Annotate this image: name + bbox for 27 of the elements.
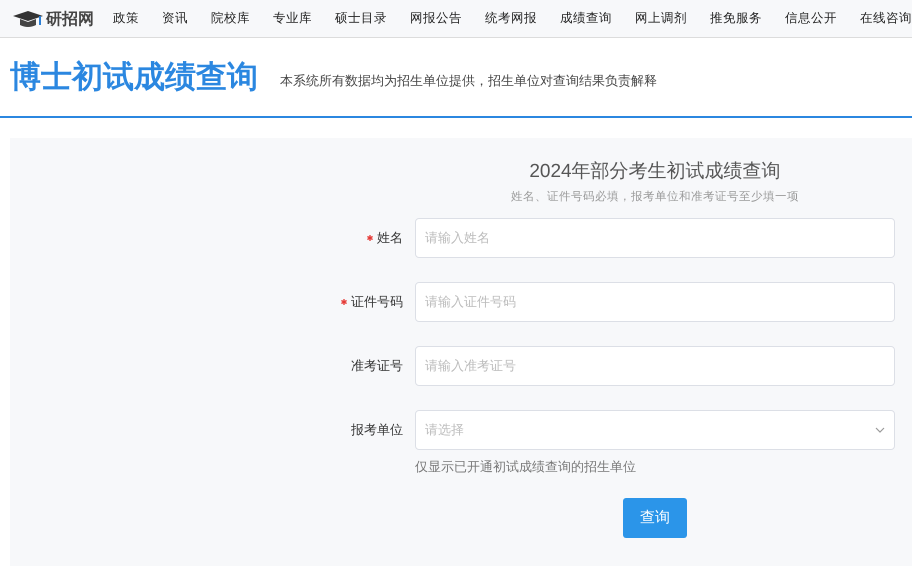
input-field[interactable]: 请输入准考证号 <box>415 346 895 386</box>
nav-link[interactable]: 统考网报 <box>485 9 537 28</box>
field-label: 报考单位 <box>351 421 403 439</box>
disclaimer: 本系统所有数据均为招生单位提供，招生单位对查询结果负责解释 <box>280 72 657 90</box>
form-subtitle: 姓名、证件号码必填，报考单位和准考证号至少填一项 <box>511 190 799 204</box>
nav-link[interactable]: 政策 <box>113 9 139 28</box>
chevron-down-icon <box>875 426 885 433</box>
nav-link[interactable]: 硕士目录 <box>335 9 387 28</box>
site-logo[interactable]: 研招网 <box>46 6 94 30</box>
nav-link[interactable]: 网报公告 <box>410 9 462 28</box>
input-field[interactable]: 请输入姓名 <box>415 218 895 258</box>
input-field[interactable]: 请输入证件号码 <box>415 282 895 322</box>
nav-link[interactable]: 资讯 <box>162 9 188 28</box>
field-label: 证件号码 <box>351 293 403 311</box>
nav-link[interactable]: 推免服务 <box>710 9 762 28</box>
nav-link[interactable]: 院校库 <box>211 9 250 28</box>
field-hint: 仅显示已开通初试成绩查询的招生单位 <box>415 458 637 476</box>
page-title: 博士初试成绩查询 <box>10 58 258 96</box>
nav-link[interactable]: 专业库 <box>273 9 312 28</box>
nav-link[interactable]: 网上调剂 <box>635 9 687 28</box>
graduation-cap-icon <box>12 10 44 28</box>
field-label: 姓名 <box>377 229 403 247</box>
nav-link[interactable]: 在线咨询 <box>860 9 912 28</box>
form-title: 2024年部分考生初试成绩查询 <box>529 160 781 184</box>
nav-link[interactable]: 成绩查询 <box>560 9 612 28</box>
field-label: 准考证号 <box>351 357 403 375</box>
nav-link[interactable]: 信息公开 <box>785 9 837 28</box>
